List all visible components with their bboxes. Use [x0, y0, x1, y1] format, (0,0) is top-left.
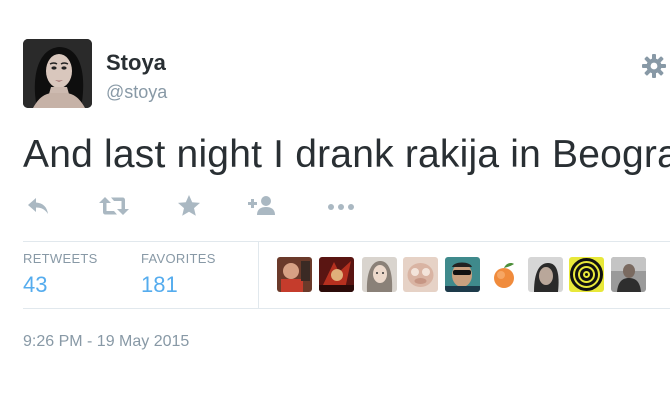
follow-button[interactable]	[247, 193, 279, 221]
favoriter-avatar[interactable]	[319, 257, 354, 292]
favoriter-avatar[interactable]	[277, 257, 312, 292]
retweets-count[interactable]: 43	[23, 272, 47, 298]
favorite-star-icon	[178, 195, 200, 216]
favoriter-avatar[interactable]	[611, 257, 646, 292]
more-button[interactable]	[326, 193, 356, 221]
reply-icon	[28, 198, 48, 214]
reply-button[interactable]	[25, 193, 51, 221]
favoriter-avatar[interactable]	[528, 257, 563, 292]
favorites-count[interactable]: 181	[141, 272, 178, 298]
tweet-card: Stoya @stoya And last night I drank raki…	[0, 0, 670, 400]
favoriter-avatar[interactable]	[362, 257, 397, 292]
retweet-icon	[99, 197, 129, 215]
tweet-text: And last night I drank rakija in Beograd…	[23, 133, 670, 176]
gear-icon[interactable]	[640, 52, 668, 80]
favorites-label: FAVORITES	[141, 251, 216, 266]
author-avatar[interactable]	[23, 39, 92, 108]
favoriter-avatar[interactable]	[403, 257, 438, 292]
divider-top	[23, 241, 670, 242]
favorite-button[interactable]	[176, 193, 202, 221]
author-display-name[interactable]: Stoya	[106, 50, 166, 76]
stats-separator	[258, 242, 259, 308]
favoriter-avatar[interactable]	[487, 257, 522, 292]
favoriter-avatar[interactable]	[445, 257, 480, 292]
favoriter-avatar[interactable]	[569, 257, 604, 292]
retweet-button[interactable]	[98, 193, 130, 221]
follow-icon	[248, 196, 275, 215]
author-screen-name[interactable]: @stoya	[106, 82, 167, 103]
tweet-timestamp[interactable]: 9:26 PM - 19 May 2015	[23, 333, 189, 351]
more-icon	[328, 204, 354, 210]
divider-bottom	[23, 308, 670, 309]
retweets-label: RETWEETS	[23, 251, 98, 266]
